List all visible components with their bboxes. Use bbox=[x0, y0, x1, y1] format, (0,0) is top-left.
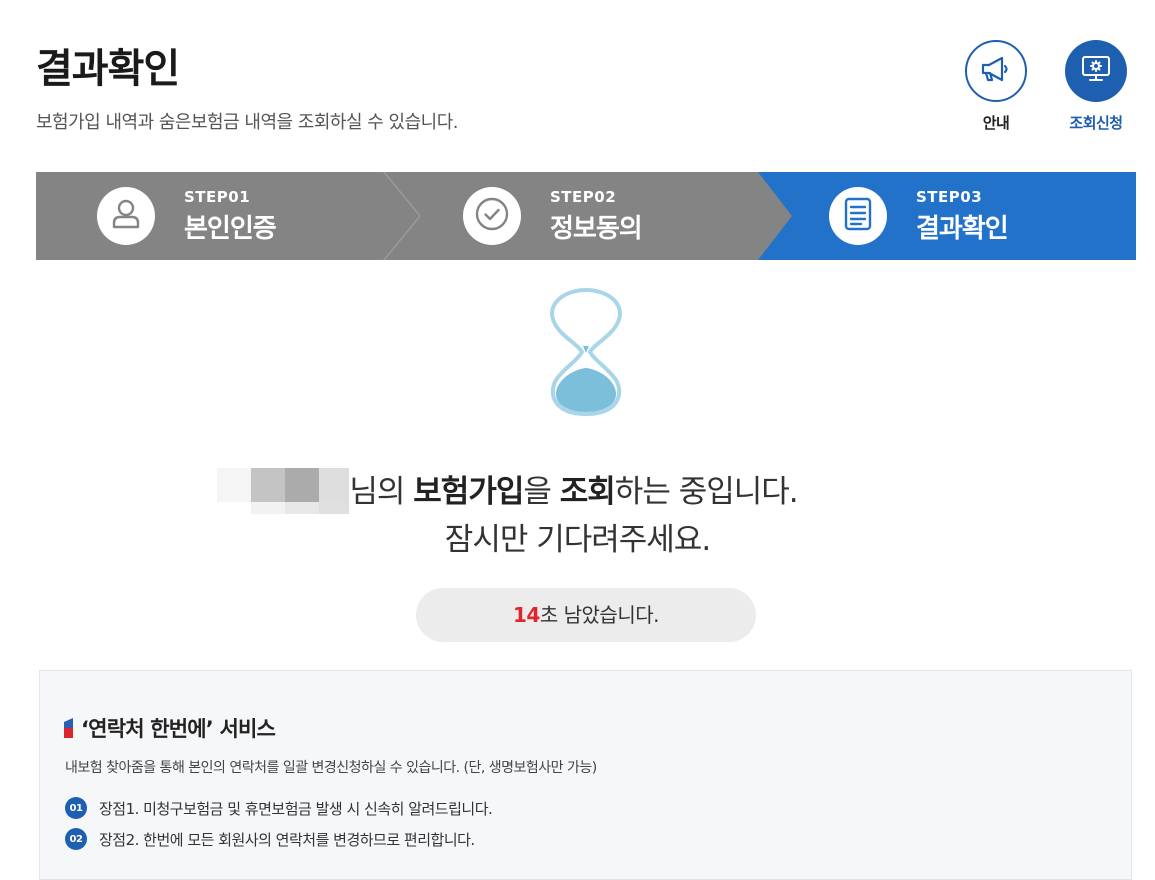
service-description: 내보험 찾아줌을 통해 본인의 연락처를 일괄 변경신청하실 수 있습니다. (… bbox=[65, 760, 597, 776]
step-3-name: 결과확인 bbox=[916, 213, 1009, 244]
step-3-icon-circle bbox=[829, 187, 887, 245]
step-2: STEP02 정보동의 bbox=[463, 172, 643, 260]
contact-service-panel: ‘연락처 한번에’ 서비스 내보험 찾아줌을 통해 본인의 연락처를 일괄 변경… bbox=[39, 670, 1132, 880]
message-line-2: 잠시만 기다려주세요. bbox=[444, 522, 711, 558]
message-highlight-insurance: 보험가입 bbox=[413, 474, 524, 510]
megaphone-icon bbox=[979, 54, 1013, 88]
step-2-number: STEP02 bbox=[550, 187, 617, 206]
message-mid-1: 을 bbox=[523, 474, 560, 510]
guide-button[interactable]: 안내 bbox=[963, 40, 1029, 133]
page-description: 보험가입 내역과 숨은보험금 내역을 조회하실 수 있습니다. bbox=[36, 112, 459, 133]
guide-button-label[interactable]: 안내 bbox=[963, 112, 1029, 133]
step-1-name: 본인인증 bbox=[184, 213, 277, 244]
service-benefit-item: 01 장점1. 미청구보험금 및 휴면보험금 발생 시 신속히 알려드립니다. bbox=[65, 797, 493, 819]
message-highlight-inquiry: 조회 bbox=[559, 474, 616, 510]
page-title: 결과확인 bbox=[36, 46, 180, 92]
step-3-number: STEP03 bbox=[916, 187, 983, 206]
service-title: ‘연락처 한번에’ 서비스 bbox=[64, 713, 276, 743]
service-title-marker-icon bbox=[64, 718, 73, 738]
step-2-name: 정보동의 bbox=[550, 213, 643, 244]
service-benefit-item: 02 장점2. 한번에 모든 회원사의 연락처를 변경하므로 편리합니다. bbox=[65, 828, 475, 850]
message-suffix: 님의 bbox=[349, 474, 414, 510]
step-1-icon-circle bbox=[97, 187, 155, 245]
hourglass-loading-icon bbox=[546, 284, 626, 440]
inquiry-request-button-circle[interactable] bbox=[1065, 40, 1127, 102]
benefit-text: 장점1. 미청구보험금 및 휴면보험금 발생 시 신속히 알려드립니다. bbox=[99, 799, 493, 818]
benefit-text: 장점2. 한번에 모든 회원사의 연락처를 변경하므로 편리합니다. bbox=[99, 830, 475, 849]
masked-user-name bbox=[217, 468, 350, 514]
step-1-number: STEP01 bbox=[184, 187, 251, 206]
step-1: STEP01 본인인증 bbox=[97, 172, 277, 260]
guide-button-circle[interactable] bbox=[965, 40, 1027, 102]
document-icon bbox=[841, 196, 875, 236]
user-icon bbox=[109, 197, 143, 235]
countdown-seconds: 14 bbox=[513, 603, 540, 627]
step-2-icon-circle bbox=[463, 187, 521, 245]
benefit-number-badge: 02 bbox=[65, 828, 87, 850]
message-mid-2: 하는 중입니다. bbox=[614, 474, 799, 510]
countdown-suffix: 초 남았습니다. bbox=[539, 603, 660, 627]
step-progress-bar: STEP01 본인인증 STEP02 정보동의 STEP03 결과확인 bbox=[36, 172, 1136, 260]
service-title-text: ‘연락처 한번에’ 서비스 bbox=[81, 717, 276, 741]
benefit-number-badge: 01 bbox=[65, 797, 87, 819]
inquiry-request-button[interactable]: 조회신청 bbox=[1063, 40, 1129, 133]
inquiry-request-button-label[interactable]: 조회신청 bbox=[1063, 112, 1129, 133]
monitor-settings-icon bbox=[1080, 54, 1112, 88]
check-circle-icon bbox=[474, 196, 510, 236]
countdown-timer: 14초 남았습니다. bbox=[416, 588, 756, 642]
loading-message: 님의 보험가입을 조회하는 중입니다. 잠시만 기다려주세요. bbox=[0, 468, 1155, 564]
step-3: STEP03 결과확인 bbox=[829, 172, 1009, 260]
